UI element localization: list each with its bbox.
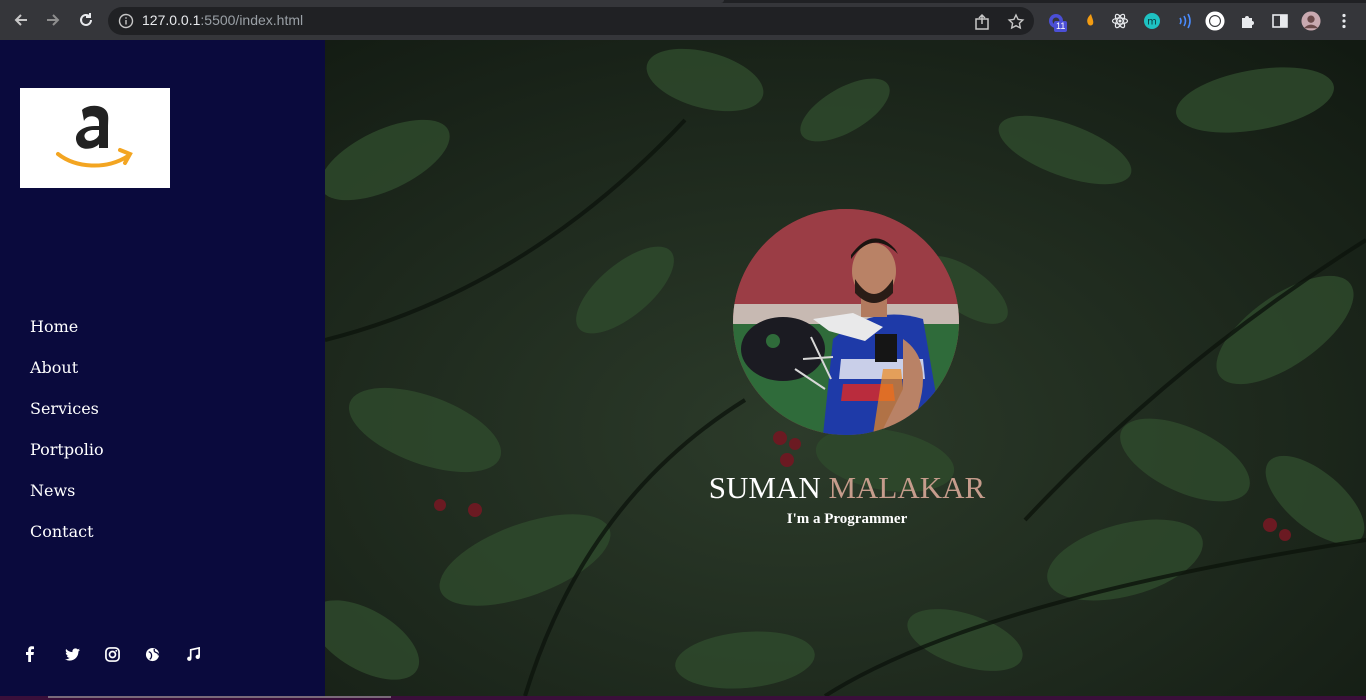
extension-circle[interactable] — [1205, 11, 1225, 31]
circle-badge-icon — [1205, 11, 1225, 31]
nav-item-services[interactable]: Services — [30, 397, 104, 438]
back-button[interactable] — [10, 9, 32, 31]
forward-button[interactable] — [42, 9, 64, 31]
facebook-icon[interactable] — [21, 645, 39, 663]
profile-avatar-icon — [1301, 11, 1321, 31]
signal-waves-icon — [1179, 13, 1191, 29]
reload-button[interactable] — [75, 9, 97, 31]
side-panel-icon — [1272, 14, 1288, 28]
address-bar[interactable]: 127.0.0.1:5500/index.html — [108, 7, 1034, 35]
scrollbar-thumb[interactable] — [48, 696, 391, 698]
svg-text:m: m — [1147, 17, 1157, 28]
sidebar: Home About Services Portpolio News Conta… — [0, 40, 325, 696]
hero-section: SUMAN MALAKAR I'm a Programmer — [325, 40, 1366, 696]
back-arrow-icon — [14, 14, 27, 26]
logo[interactable] — [20, 88, 170, 188]
hero-tagline: I'm a Programmer — [786, 511, 908, 527]
hero-last-name: MALAKAR — [828, 470, 986, 505]
nav-item-news[interactable]: News — [30, 479, 104, 520]
flame-icon — [1087, 14, 1094, 26]
url-text[interactable]: 127.0.0.1:5500/index.html — [142, 12, 303, 28]
hero-first-name: SUMAN — [708, 470, 821, 505]
tab-strip — [0, 0, 1366, 3]
active-tab-edge[interactable] — [0, 0, 724, 3]
extension-lighthouse[interactable] — [1080, 11, 1100, 31]
bottom-scroll-strip — [0, 696, 1366, 700]
nav-item-about[interactable]: About — [30, 356, 104, 397]
nav-item-contact[interactable]: Contact — [30, 520, 104, 561]
reload-icon — [80, 13, 92, 26]
url-path: :5500/index.html — [200, 12, 304, 28]
kebab-menu-icon — [1342, 13, 1346, 29]
extension-grammar[interactable]: 11 — [1046, 11, 1068, 32]
m-circle-icon: m — [1144, 13, 1160, 29]
profile-photo-image — [733, 209, 959, 435]
music-icon[interactable] — [184, 645, 202, 663]
extensions-button[interactable] — [1238, 11, 1258, 31]
extension-react-devtools[interactable] — [1110, 11, 1130, 31]
nav-item-home[interactable]: Home — [30, 315, 104, 356]
nav-item-portpolio[interactable]: Portpolio — [30, 438, 104, 479]
react-icon — [1111, 13, 1129, 29]
profile-avatar[interactable] — [1301, 11, 1321, 31]
share-icon[interactable] — [974, 13, 992, 31]
browser-toolbar: 127.0.0.1:5500/index.html 11 m — [0, 0, 1366, 40]
url-host: 127.0.0.1 — [142, 12, 201, 28]
menu-button[interactable] — [1334, 11, 1354, 31]
twitter-icon[interactable] — [63, 645, 81, 663]
puzzle-icon — [1242, 16, 1254, 28]
extension-badge: 11 — [1054, 21, 1068, 32]
profile-photo — [733, 209, 959, 435]
extension-m[interactable]: m — [1142, 11, 1162, 31]
instagram-icon[interactable] — [103, 645, 121, 663]
main-nav: Home About Services Portpolio News Conta… — [30, 315, 104, 561]
info-icon[interactable] — [118, 13, 134, 29]
bookmark-star-icon[interactable] — [1007, 13, 1025, 31]
globe-icon[interactable] — [143, 645, 161, 663]
forward-arrow-icon — [47, 14, 60, 26]
hero-name: SUMAN MALAKAR — [702, 470, 992, 506]
amazon-logo-icon — [56, 105, 133, 168]
side-panel-button[interactable] — [1270, 11, 1290, 31]
extension-wave[interactable] — [1174, 11, 1194, 31]
page: Home About Services Portpolio News Conta… — [0, 40, 1366, 700]
